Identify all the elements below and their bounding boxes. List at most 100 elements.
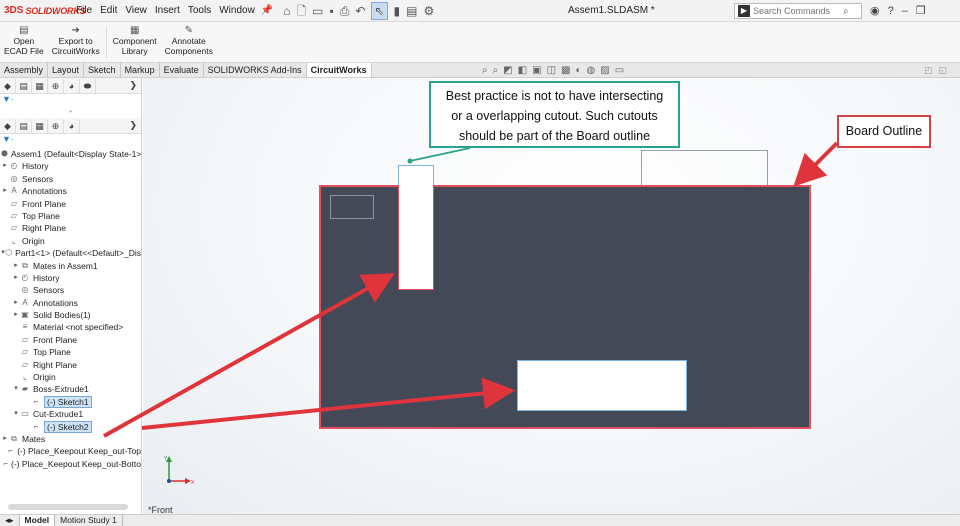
expand-toggle-icon[interactable]: ▸ xyxy=(12,260,20,272)
panel-splitter[interactable]: • xyxy=(0,108,141,118)
search-input[interactable] xyxy=(753,6,843,16)
expand-toggle-icon[interactable]: ▸ xyxy=(1,160,9,172)
zoom-to-fit-icon[interactable]: ⌕ xyxy=(482,65,488,76)
tree-item[interactable]: ⬢ Assem1 (Default<Display State-1>) xyxy=(0,148,141,160)
command-open-button[interactable]: ▤ Open ECAD File xyxy=(0,22,48,62)
expand-toggle-icon[interactable]: ▸ xyxy=(12,309,20,321)
tab-model[interactable]: Model xyxy=(19,515,56,526)
expand-toggle-icon[interactable]: ▾ xyxy=(12,408,20,420)
tree-item[interactable]: ▾ ▰ Boss-Extrude1 xyxy=(0,383,141,395)
tree-item[interactable]: ⌞ Origin xyxy=(0,371,141,383)
expand-toggle-icon[interactable]: ▾ xyxy=(12,383,20,395)
expand-toggle-icon[interactable]: ▸ xyxy=(1,433,9,445)
feature-manager-icon[interactable]: ◆ xyxy=(0,78,16,93)
panel-next-icon[interactable]: ❯ xyxy=(129,80,137,91)
tree-item[interactable]: ▸ ◴ History xyxy=(0,160,141,172)
command-export-to-button[interactable]: ➜ Export to CircuitWorks xyxy=(48,22,104,62)
view-orientation-icon[interactable]: ◫ xyxy=(547,65,556,76)
rectangular-cutout[interactable] xyxy=(517,360,687,411)
tree-item[interactable]: ⌐ (-) Sketch2 xyxy=(0,420,141,433)
tab-layout[interactable]: Layout xyxy=(48,63,85,77)
tree-item[interactable]: ▱ Right Plane xyxy=(0,222,141,234)
print-icon[interactable]: ⎙ xyxy=(340,3,350,19)
save-icon[interactable]: ▪ xyxy=(330,3,334,19)
expand-toggle-icon[interactable]: ▸ xyxy=(12,272,20,284)
command-component-button[interactable]: ▦ Component Library xyxy=(109,22,161,62)
tree-item[interactable]: ▱ Front Plane xyxy=(0,198,141,210)
undo-icon[interactable]: ↶ xyxy=(355,3,365,19)
tree-item[interactable]: ▱ Top Plane xyxy=(0,346,141,358)
tree-item[interactable]: ▸ ▣ Solid Bodies(1) xyxy=(0,309,141,321)
display-style-icon[interactable]: ▩ xyxy=(561,65,570,76)
select-cursor-icon[interactable]: ⇖ xyxy=(371,1,388,20)
user-account-icon[interactable]: ◉ xyxy=(870,0,880,22)
previous-view-icon[interactable]: ◩ xyxy=(503,65,512,76)
help-icon[interactable]: ? xyxy=(888,0,894,22)
filter-icon[interactable]: ▼· xyxy=(0,134,141,148)
home-icon[interactable]: ⌂ xyxy=(283,3,290,19)
hide-show-items-icon[interactable]: ◐ xyxy=(575,65,581,76)
view-settings-icon[interactable]: ▭ xyxy=(615,65,624,76)
panel-next-icon[interactable]: ❯ xyxy=(129,120,137,131)
new-document-icon[interactable]: 🗋 xyxy=(297,3,307,19)
tab-solidworks-add-ins[interactable]: SOLIDWORKS Add-Ins xyxy=(204,63,307,77)
feature-manager-icon[interactable]: ◆ xyxy=(0,118,16,133)
options-gear-icon[interactable]: ⚙ xyxy=(423,3,434,19)
tree-item[interactable]: ▸ ⧉ Mates xyxy=(0,433,141,445)
menu-insert[interactable]: Insert xyxy=(151,0,184,22)
expand-toggle-icon[interactable]: ▸ xyxy=(12,297,20,309)
property-manager-icon[interactable]: ▤ xyxy=(16,118,32,133)
circuitworks-icon[interactable]: ⬬ xyxy=(80,78,96,93)
property-manager-icon[interactable]: ▤ xyxy=(16,78,32,93)
file-properties-icon[interactable]: ▤ xyxy=(406,3,417,19)
tree-item[interactable]: ⌞ Origin xyxy=(0,235,141,247)
tab-evaluate[interactable]: Evaluate xyxy=(160,63,204,77)
tree-item[interactable]: ▸ A Annotations xyxy=(0,185,141,197)
pin-menu-icon[interactable]: 📌 xyxy=(261,5,273,16)
tab-scroll-arrows-icon[interactable]: ◂▸ xyxy=(0,515,20,526)
tree-item[interactable]: ▾ ▭ Cut-Extrude1 xyxy=(0,408,141,420)
dimxpert-icon[interactable]: ⊕ xyxy=(48,118,64,133)
menu-tools[interactable]: Tools xyxy=(184,0,215,22)
tree-item[interactable]: ≡ Material <not specified> xyxy=(0,321,141,333)
search-commands-box[interactable]: ▶ ⌕ xyxy=(734,3,862,19)
apply-scene-icon[interactable]: ▨ xyxy=(600,65,609,76)
expand-toggle-icon[interactable]: ▸ xyxy=(1,185,9,197)
tab-motion-study-1[interactable]: Motion Study 1 xyxy=(55,515,123,526)
viewport-maximize-icon[interactable]: ◱ xyxy=(939,65,948,76)
display-manager-icon[interactable]: ◕ xyxy=(64,78,80,93)
tree-item[interactable]: ⌐ (-) Place_Keepout Keep_out-Botto xyxy=(0,458,141,470)
tree-item[interactable]: ⌐ (-) Place_Keepout Keep_out-Top xyxy=(0,445,141,457)
edit-appearance-icon[interactable]: ◍ xyxy=(587,65,596,76)
viewport-restore-icon[interactable]: ◰ xyxy=(924,65,933,76)
menu-file[interactable]: File xyxy=(72,0,96,22)
tree-item[interactable]: ▸ ⧉ Mates in Assem1 xyxy=(0,260,141,272)
menu-window[interactable]: Window xyxy=(215,0,259,22)
open-folder-icon[interactable]: ▭ xyxy=(312,3,323,19)
tab-markup[interactable]: Markup xyxy=(121,63,160,77)
solidworks-logo[interactable]: 3DS SOLIDWORKS xyxy=(0,5,86,16)
zoom-area-icon[interactable]: ⌕ xyxy=(493,65,499,76)
tab-sketch[interactable]: Sketch xyxy=(84,63,121,77)
menu-view[interactable]: View xyxy=(121,0,151,22)
menu-edit[interactable]: Edit xyxy=(96,0,121,22)
search-icon[interactable]: ⌕ xyxy=(843,6,849,17)
tree-item[interactable]: ▱ Right Plane xyxy=(0,359,141,371)
tree-item[interactable]: ▸ A Annotations xyxy=(0,297,141,309)
tree-item[interactable]: ▸ ◴ History xyxy=(0,272,141,284)
horizontal-scrollbar[interactable] xyxy=(8,504,128,510)
configuration-manager-icon[interactable]: ▦ xyxy=(32,118,48,133)
section-view-icon[interactable]: ◧ xyxy=(518,65,527,76)
tree-item[interactable]: ▱ Front Plane xyxy=(0,334,141,346)
tab-assembly[interactable]: Assembly xyxy=(0,63,49,77)
search-mode-icon[interactable]: ▶ xyxy=(738,5,750,17)
rebuild-icon[interactable]: ▮ xyxy=(394,3,401,19)
tree-item[interactable]: ⌐ (-) Sketch1 xyxy=(0,396,141,408)
minimize-icon[interactable]: – xyxy=(902,0,908,22)
command-annotate-button[interactable]: ✎ Annotate Components xyxy=(161,22,217,62)
tree-item[interactable]: ▱ Top Plane xyxy=(0,210,141,222)
display-manager-icon[interactable]: ◕ xyxy=(64,118,80,133)
tree-item[interactable]: ◎ Sensors xyxy=(0,284,141,296)
dynamic-annotation-icon[interactable]: ▣ xyxy=(532,65,541,76)
restore-icon[interactable]: ❐ xyxy=(916,0,926,22)
